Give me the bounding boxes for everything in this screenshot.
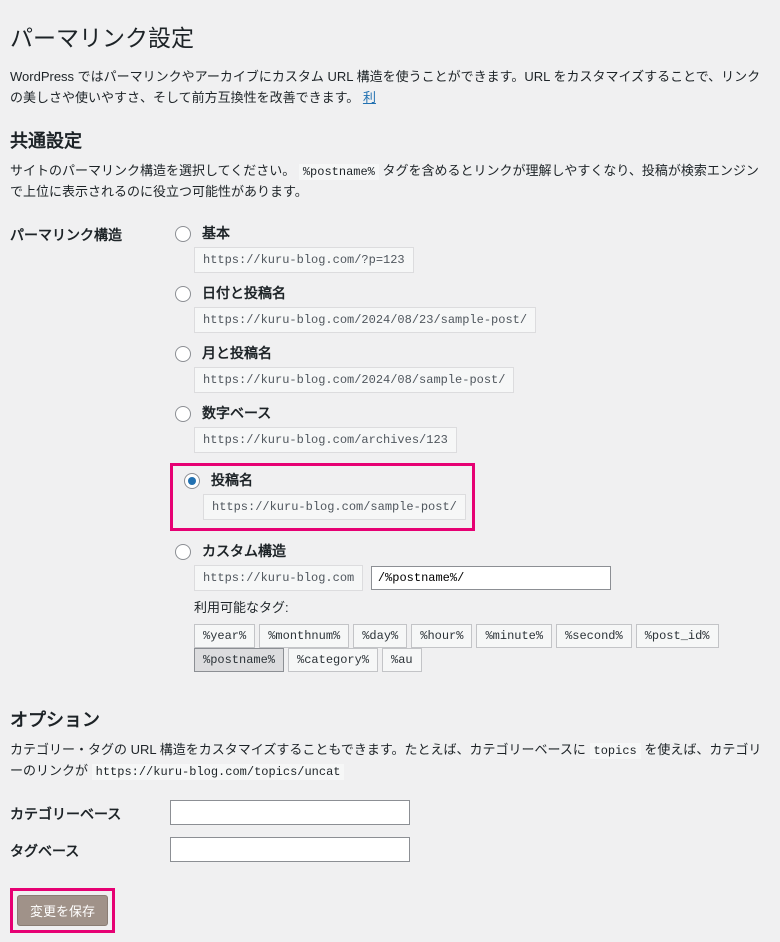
sample-postname: https://kuru-blog.com/sample-post/ bbox=[203, 494, 466, 520]
tag-button[interactable]: %monthnum% bbox=[259, 624, 349, 648]
available-tags-label: 利用可能なタグ: bbox=[194, 597, 770, 616]
radio-basic[interactable] bbox=[175, 226, 191, 242]
tag-button[interactable]: %au bbox=[382, 648, 422, 672]
tag-base-label: タグベース bbox=[10, 833, 170, 870]
common-desc: サイトのパーマリンク構造を選択してください。 %postname% タグを含める… bbox=[10, 161, 770, 203]
tag-base-input[interactable] bbox=[170, 837, 410, 862]
save-button[interactable]: 変更を保存 bbox=[17, 895, 108, 926]
page-title: パーマリンク設定 bbox=[10, 10, 770, 57]
radio-postname[interactable] bbox=[184, 473, 200, 489]
options-desc: カテゴリー・タグの URL 構造をカスタマイズすることもできます。たとえば、カテ… bbox=[10, 740, 770, 782]
options-heading: オプション bbox=[10, 706, 770, 732]
tag-button[interactable]: %postname% bbox=[194, 648, 284, 672]
custom-structure-input[interactable] bbox=[371, 566, 611, 590]
radio-option-day-name[interactable]: 日付と投稿名 bbox=[170, 283, 770, 303]
sample-month-name: https://kuru-blog.com/2024/08/sample-pos… bbox=[194, 367, 514, 393]
sample-basic: https://kuru-blog.com/?p=123 bbox=[194, 247, 414, 273]
tag-button[interactable]: %category% bbox=[288, 648, 378, 672]
postname-tag-hint: %postname% bbox=[299, 164, 379, 180]
tag-button[interactable]: %day% bbox=[353, 624, 407, 648]
radio-option-custom[interactable]: カスタム構造 bbox=[170, 541, 770, 561]
radio-day-name[interactable] bbox=[175, 286, 191, 302]
category-base-label: カテゴリーベース bbox=[10, 796, 170, 833]
topics-url-code: https://kuru-blog.com/topics/uncat bbox=[92, 764, 345, 780]
category-base-input[interactable] bbox=[170, 800, 410, 825]
radio-option-numeric[interactable]: 数字ベース bbox=[170, 403, 770, 423]
radio-option-postname[interactable]: 投稿名 bbox=[179, 470, 466, 490]
available-tags-list: %year%%monthnum%%day%%hour%%minute%%seco… bbox=[194, 624, 770, 672]
sample-numeric: https://kuru-blog.com/archives/123 bbox=[194, 427, 457, 453]
common-settings-heading: 共通設定 bbox=[10, 127, 770, 153]
custom-base-url: https://kuru-blog.com bbox=[194, 565, 363, 591]
radio-option-basic[interactable]: 基本 bbox=[170, 223, 770, 243]
radio-numeric[interactable] bbox=[175, 406, 191, 422]
intro-text: WordPress ではパーマリンクやアーカイブにカスタム URL 構造を使うこ… bbox=[10, 67, 770, 109]
tag-button[interactable]: %post_id% bbox=[636, 624, 719, 648]
radio-option-month-name[interactable]: 月と投稿名 bbox=[170, 343, 770, 363]
tag-button[interactable]: %minute% bbox=[476, 624, 552, 648]
highlight-save-button: 変更を保存 bbox=[10, 888, 115, 933]
radio-custom[interactable] bbox=[175, 544, 191, 560]
intro-link[interactable]: 利 bbox=[363, 90, 376, 105]
permalink-structure-label: パーマリンク構造 bbox=[10, 217, 170, 688]
highlight-postname-option: 投稿名 https://kuru-blog.com/sample-post/ bbox=[170, 463, 475, 531]
topics-code: topics bbox=[590, 743, 641, 759]
tag-button[interactable]: %hour% bbox=[411, 624, 472, 648]
radio-month-name[interactable] bbox=[175, 346, 191, 362]
tag-button[interactable]: %second% bbox=[556, 624, 632, 648]
tag-button[interactable]: %year% bbox=[194, 624, 255, 648]
sample-day-name: https://kuru-blog.com/2024/08/23/sample-… bbox=[194, 307, 536, 333]
